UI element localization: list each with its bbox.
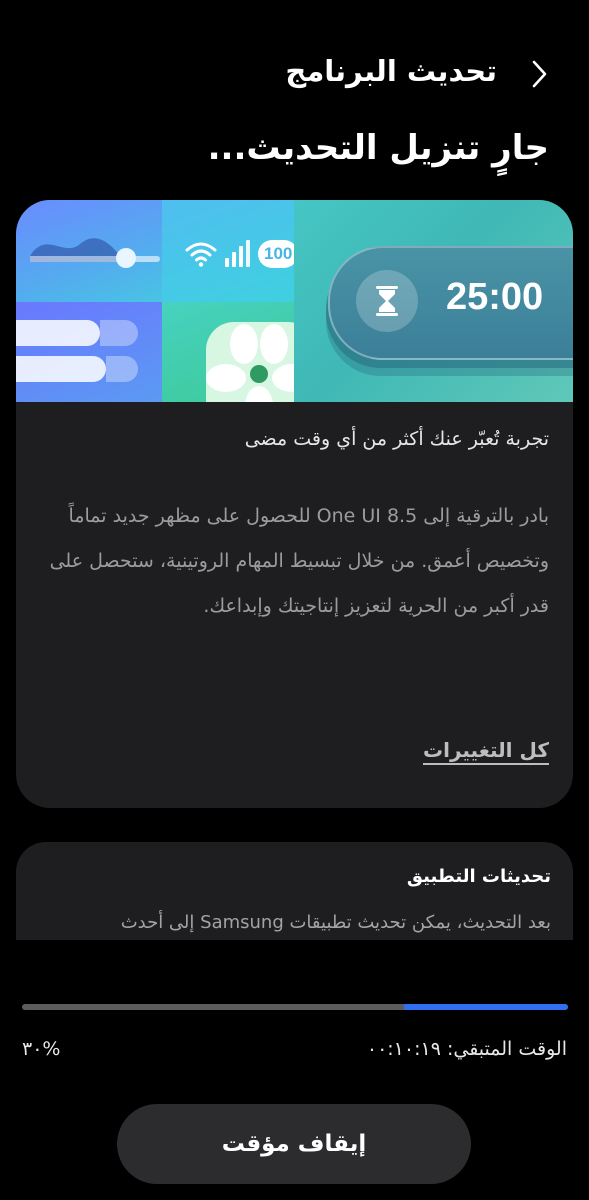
app-updates-card[interactable]: تحديثات التطبيق بعد التحديث، يمكن تحديث … [16,842,573,940]
update-description: بادر بالترقية إلى One UI 8.5 للحصول على … [49,505,549,617]
app-updates-title: تحديثات التطبيق [406,866,551,887]
wave-tile [16,200,162,302]
download-progress-fill [404,1004,568,1010]
hourglass-circle [356,270,418,332]
pause-button[interactable]: إيقاف مؤقت [117,1104,471,1184]
download-progress-bar [22,1004,568,1010]
pill-bar [16,320,100,346]
hero-illustration: 100 25:00 [16,200,573,402]
hourglass-icon [376,286,398,316]
pill-bar-track [106,356,138,382]
battery-level: 100 [264,244,293,263]
timer-widget: 25:00 [328,246,573,360]
wifi-icon [185,242,217,267]
fan-tile [162,302,316,402]
back-chevron-icon[interactable] [525,56,553,92]
wave-slider-icon [30,238,122,262]
all-changes-link[interactable]: كل التغييرات [423,738,549,762]
pills-tile [16,302,162,402]
timer-tile: 25:00 [294,200,573,402]
battery-icon: 100 [258,240,298,268]
timer-text: 25:00 [446,276,544,318]
pill-bar-track [100,320,138,346]
page-title: جارٍ تنزيل التحديث... [207,128,549,168]
header: تحديث البرنامج [0,48,589,98]
wave-knob [116,248,136,268]
status-tile: 100 [162,200,298,302]
pill-bar [16,356,106,382]
app-updates-description: بعد التحديث، يمكن تحديث تطبيقات Samsung … [120,912,551,933]
time-remaining: الوقت المتبقي: ٠٠:١٠:١٩ [366,1038,567,1060]
progress-percent: %٣٠ [22,1038,61,1060]
tagline: تجربة تُعبّر عنك أكثر من أي وقت مضى [244,428,549,450]
header-title: تحديث البرنامج [285,54,497,88]
update-info-card: 100 25:00 تجربة تُعبّر عنك أكثر من أي وق… [16,200,573,808]
signal-icon [225,240,250,267]
